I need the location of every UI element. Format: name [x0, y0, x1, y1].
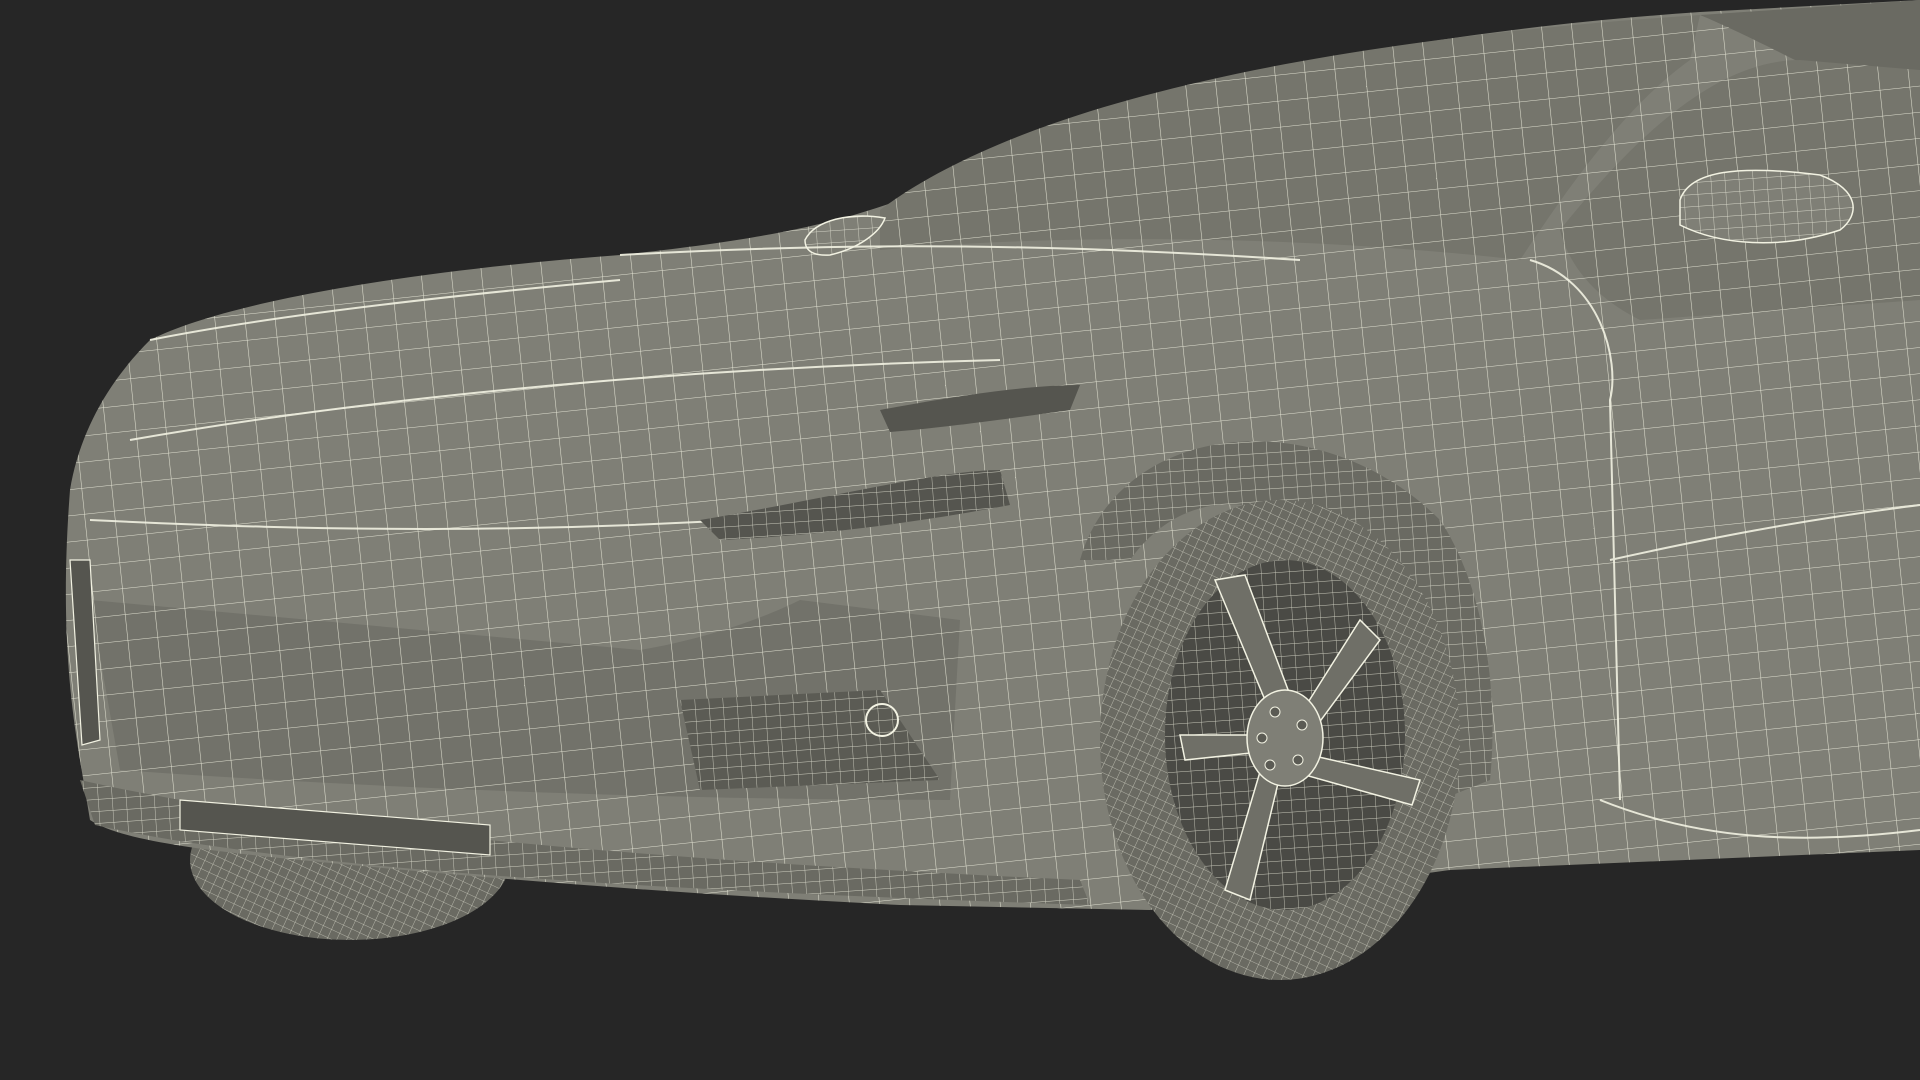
right-side-mirror [1679, 169, 1854, 244]
front-right-wheel [1100, 500, 1460, 980]
car-wireframe-render [0, 0, 1920, 1080]
render-viewport [0, 0, 1920, 1080]
